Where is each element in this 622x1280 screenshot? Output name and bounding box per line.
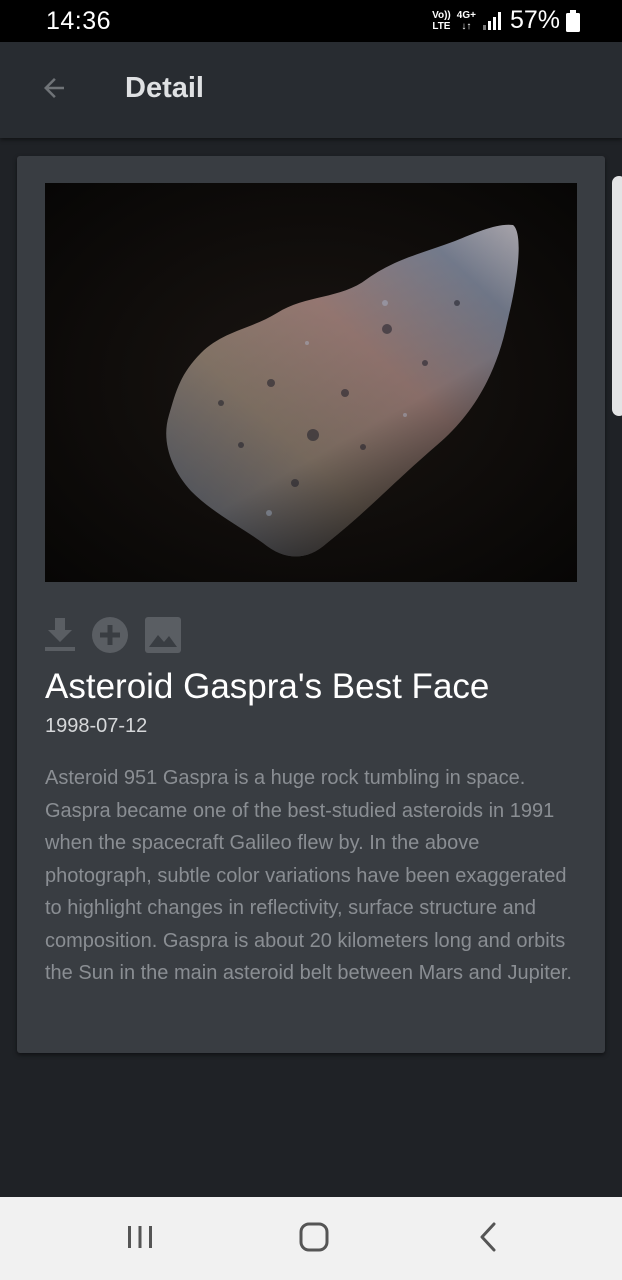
back-chevron-icon bbox=[476, 1221, 500, 1258]
status-bar: 14:36 Vo)) LTE 4G+ ↓↑ 57% bbox=[0, 0, 622, 42]
apod-date: 1998-07-12 bbox=[45, 715, 148, 737]
back-button[interactable] bbox=[30, 66, 78, 114]
action-row bbox=[45, 616, 181, 654]
asteroid-photo bbox=[45, 183, 577, 582]
apod-title: Asteroid Gaspra's Best Face bbox=[45, 667, 490, 706]
system-back-button[interactable] bbox=[466, 1217, 510, 1261]
network-activity-label: ↓↑ bbox=[461, 20, 472, 32]
scrollbar-thumb[interactable] bbox=[612, 176, 622, 416]
volte-indicator: Vo)) LTE bbox=[432, 10, 451, 32]
battery-icon bbox=[566, 9, 580, 32]
recents-icon bbox=[125, 1223, 155, 1256]
network-type-indicator: 4G+ ↓↑ bbox=[457, 10, 476, 32]
status-icons: Vo)) LTE 4G+ ↓↑ 57% bbox=[432, 6, 580, 35]
image-icon[interactable] bbox=[145, 617, 181, 653]
system-nav-bar bbox=[0, 1197, 622, 1280]
app-bar: Detail bbox=[0, 42, 622, 138]
arrow-left-icon bbox=[39, 73, 69, 108]
status-time: 14:36 bbox=[46, 7, 112, 35]
detail-screen: 14:36 Vo)) LTE 4G+ ↓↑ 57% Detail Asteroi… bbox=[0, 0, 622, 1280]
recents-button[interactable] bbox=[118, 1217, 162, 1261]
detail-card: Asteroid Gaspra's Best Face 1998-07-12 A… bbox=[17, 156, 605, 1053]
page-title: Detail bbox=[125, 72, 204, 104]
battery-percentage: 57% bbox=[509, 6, 560, 34]
volte-top-label: Vo)) bbox=[432, 9, 451, 21]
apod-description: Asteroid 951 Gaspra is a huge rock tumbl… bbox=[45, 767, 572, 984]
network-type-label: 4G+ bbox=[456, 9, 476, 21]
volte-bottom-label: LTE bbox=[432, 20, 451, 32]
home-button[interactable] bbox=[292, 1217, 336, 1261]
signal-icon bbox=[482, 11, 502, 31]
add-circle-icon[interactable] bbox=[91, 616, 129, 654]
download-icon[interactable] bbox=[45, 618, 75, 652]
home-icon bbox=[298, 1221, 330, 1258]
